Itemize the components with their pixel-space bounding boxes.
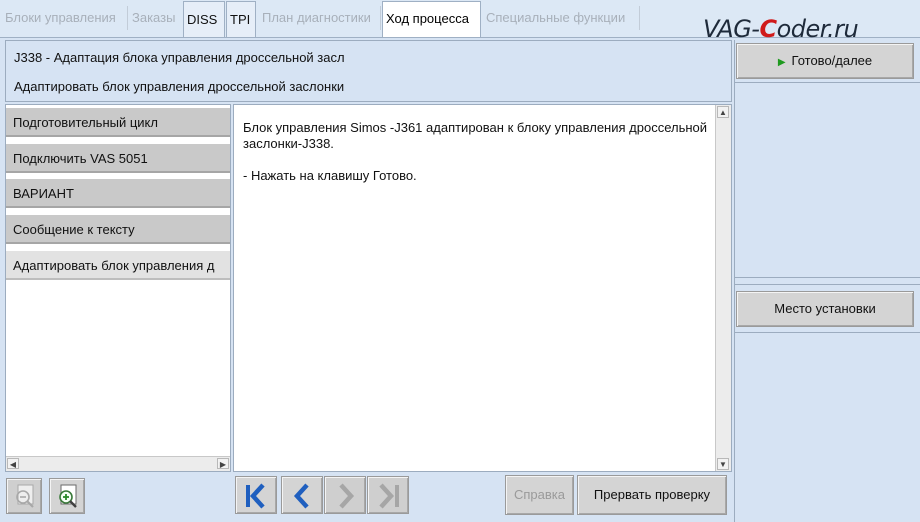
- steps-list: Подготовительный цикл Подключить VAS 505…: [5, 104, 231, 472]
- zoom-out-icon: [16, 484, 34, 508]
- procedure-step-title: Адаптировать блок управления дроссельной…: [14, 79, 345, 94]
- step-item-connect-vas[interactable]: Подключить VAS 5051: [6, 144, 230, 173]
- tab-separator: [127, 6, 128, 30]
- ready-next-button[interactable]: ▶ Готово/далее: [736, 43, 914, 79]
- forward-icon: [339, 483, 355, 509]
- steps-horizontal-scrollbar[interactable]: ◀ ▶: [6, 456, 230, 471]
- right-panel-divider: [735, 82, 920, 83]
- back-button[interactable]: [281, 476, 323, 514]
- first-button[interactable]: [235, 476, 277, 514]
- tab-special-functions[interactable]: Специальные функции: [483, 0, 628, 36]
- zoom-in-icon: [59, 484, 77, 508]
- message-vertical-scrollbar[interactable]: ▲ ▼: [715, 105, 731, 471]
- step-item-adapt[interactable]: Адаптировать блок управления д: [6, 251, 230, 280]
- installation-location-button[interactable]: Место установки: [736, 291, 914, 327]
- last-button[interactable]: [367, 476, 409, 514]
- tab-tpi[interactable]: TPI: [226, 1, 256, 37]
- ready-next-label: Готово/далее: [791, 53, 873, 68]
- message-panel: Блок управления Simos -J361 адаптирован …: [233, 104, 732, 472]
- zoom-out-button[interactable]: [6, 478, 42, 514]
- zoom-in-button[interactable]: [49, 478, 85, 514]
- tab-diss[interactable]: DISS: [183, 1, 225, 37]
- message-paragraph-1: Блок управления Simos -J361 адаптирован …: [243, 120, 708, 151]
- scroll-right-icon[interactable]: ▶: [217, 458, 229, 469]
- watermark: VAG-Coder.ru: [703, 15, 859, 43]
- step-item-variant[interactable]: ВАРИАНТ: [6, 179, 230, 208]
- tab-process[interactable]: Ход процесса: [382, 1, 481, 37]
- tab-orders[interactable]: Заказы: [129, 0, 178, 36]
- right-panel: ▶ Готово/далее Место установки: [734, 40, 920, 522]
- tab-diagnostic-plan[interactable]: План диагностики: [259, 0, 374, 36]
- step-item-preparation[interactable]: Подготовительный цикл: [6, 108, 230, 137]
- right-panel-divider: [735, 332, 920, 333]
- first-icon: [246, 483, 265, 509]
- procedure-header: J338 - Адаптация блока управления дроссе…: [5, 40, 732, 102]
- scroll-up-icon[interactable]: ▲: [717, 106, 729, 118]
- scroll-down-icon[interactable]: ▼: [717, 458, 729, 470]
- scroll-left-icon[interactable]: ◀: [7, 458, 19, 469]
- step-item-message[interactable]: Сообщение к тексту: [6, 215, 230, 244]
- right-panel-divider: [735, 277, 920, 278]
- tab-control-units[interactable]: Блоки управления: [2, 0, 119, 36]
- right-panel-divider: [735, 284, 920, 285]
- message-paragraph-2: - Нажать на клавишу Готово.: [243, 168, 417, 183]
- tab-separator: [639, 6, 640, 30]
- message-text: Блок управления Simos -J361 адаптирован …: [243, 120, 713, 200]
- abort-test-button[interactable]: Прервать проверку: [577, 475, 727, 515]
- forward-button[interactable]: [324, 476, 366, 514]
- back-icon: [293, 483, 309, 509]
- help-button[interactable]: Справка: [505, 475, 574, 515]
- tab-separator: [380, 6, 381, 30]
- play-icon: ▶: [777, 57, 786, 68]
- last-icon: [379, 483, 399, 509]
- procedure-title: J338 - Адаптация блока управления дроссе…: [14, 50, 345, 65]
